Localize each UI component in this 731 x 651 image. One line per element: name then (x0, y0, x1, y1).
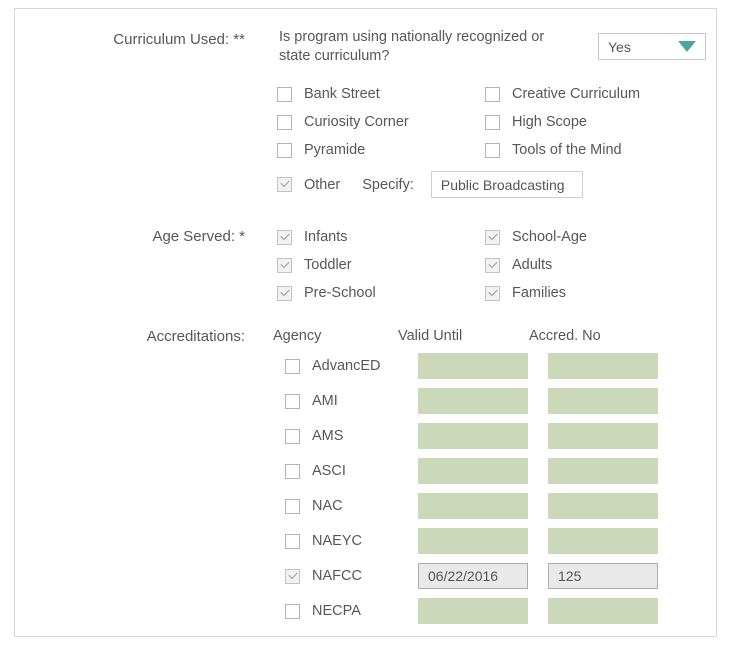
age-served-option-label: Families (512, 285, 566, 301)
age-served-option-adults[interactable]: Adults (485, 257, 552, 273)
accred-no-input[interactable] (548, 493, 658, 519)
table-row[interactable]: ASCI (285, 458, 658, 484)
valid-until-input[interactable] (418, 493, 528, 519)
curriculum-option-tools-of-the-mind[interactable]: Tools of the Mind (485, 142, 622, 158)
age-served-option-label: Toddler (304, 257, 352, 273)
valid-until-input[interactable] (418, 563, 528, 589)
checkbox-pre-school[interactable] (277, 285, 292, 301)
age-served-option-infants[interactable]: Infants (277, 229, 348, 245)
age-served-option-families[interactable]: Families (485, 285, 566, 301)
curriculum-option-label: Tools of the Mind (512, 142, 622, 158)
checkbox-ami[interactable] (285, 393, 300, 409)
form-panel: Curriculum Used: ** Is program using nat… (14, 8, 717, 637)
table-row[interactable]: NAEYC (285, 528, 658, 554)
accreditations-column-valid-until: Valid Until (398, 328, 463, 344)
checkbox-high-scope[interactable] (485, 114, 500, 130)
curriculum-yes-no-select[interactable]: Yes (598, 33, 706, 60)
accreditation-agency-name: AMS (312, 428, 344, 444)
age-served-option-label: Infants (304, 229, 348, 245)
curriculum-question-text: Is program using nationally recognized o… (279, 29, 545, 64)
curriculum-specify-input[interactable] (430, 171, 583, 198)
table-row[interactable]: NAFCC (285, 563, 658, 589)
chevron-down-icon (678, 41, 696, 52)
curriculum-option-label: Pyramide (304, 142, 366, 158)
accred-no-input[interactable] (548, 458, 658, 484)
curriculum-specify-label: Specify: (362, 176, 414, 193)
curriculum-option-label: Bank Street (304, 86, 380, 102)
checkbox-nafcc[interactable] (285, 568, 300, 584)
accreditations-column-accred-no: Accred. No (529, 328, 601, 344)
accreditation-agency-name: AdvancED (312, 358, 381, 374)
accred-no-input[interactable] (548, 388, 658, 414)
accred-no-input[interactable] (548, 563, 658, 589)
checkbox-advanced[interactable] (285, 358, 300, 374)
checkbox-adults[interactable] (485, 257, 500, 273)
checkbox-ams[interactable] (285, 428, 300, 444)
curriculum-option-label: High Scope (512, 114, 587, 130)
checkbox-families[interactable] (485, 285, 500, 301)
table-row[interactable]: NECPA (285, 598, 658, 624)
checkbox-necpa[interactable] (285, 603, 300, 619)
checkbox-other[interactable] (277, 177, 292, 192)
checkbox-toddler[interactable] (277, 257, 292, 273)
curriculum-other-label: Other (304, 176, 341, 193)
age-served-option-label: Pre-School (304, 285, 376, 301)
accred-no-input[interactable] (548, 598, 658, 624)
accreditations-label: Accreditations: (146, 328, 245, 345)
checkbox-curiosity-corner[interactable] (277, 114, 292, 130)
accred-no-input[interactable] (548, 423, 658, 449)
valid-until-input[interactable] (418, 458, 528, 484)
table-row[interactable]: AMS (285, 423, 658, 449)
accreditation-agency-name: AMI (312, 393, 338, 409)
curriculum-yes-no-value: Yes (608, 38, 631, 55)
checkbox-infants[interactable] (277, 229, 292, 245)
checkbox-naeyc[interactable] (285, 533, 300, 549)
accreditation-agency-name: NAC (312, 498, 343, 514)
curriculum-option-creative-curriculum[interactable]: Creative Curriculum (485, 86, 640, 102)
accreditations-column-agency: Agency (273, 328, 322, 344)
checkbox-nac[interactable] (285, 498, 300, 514)
valid-until-input[interactable] (418, 388, 528, 414)
accreditation-agency-name: NECPA (312, 603, 361, 619)
age-served-option-label: Adults (512, 257, 553, 273)
table-row[interactable]: AMI (285, 388, 658, 414)
age-served-option-pre-school[interactable]: Pre-School (277, 285, 376, 301)
curriculum-option-pyramide[interactable]: Pyramide (277, 142, 365, 158)
checkbox-bank-street[interactable] (277, 86, 292, 102)
age-served-option-label: School-Age (512, 229, 587, 245)
checkbox-asci[interactable] (285, 463, 300, 479)
curriculum-option-label: Creative Curriculum (512, 86, 641, 102)
valid-until-input[interactable] (418, 423, 528, 449)
curriculum-option-bank-street[interactable]: Bank Street (277, 86, 380, 102)
valid-until-input[interactable] (418, 353, 528, 379)
accreditation-agency-name: NAFCC (312, 568, 362, 584)
checkbox-creative-curriculum[interactable] (485, 86, 500, 102)
accreditation-agency-name: ASCI (312, 463, 346, 479)
accred-no-input[interactable] (548, 528, 658, 554)
curriculum-option-label: Curiosity Corner (304, 114, 409, 130)
table-row[interactable]: NAC (285, 493, 658, 519)
valid-until-input[interactable] (418, 528, 528, 554)
curriculum-option-curiosity-corner[interactable]: Curiosity Corner (277, 114, 409, 130)
curriculum-option-high-scope[interactable]: High Scope (485, 114, 587, 130)
accreditation-agency-name: NAEYC (312, 533, 362, 549)
age-served-option-toddler[interactable]: Toddler (277, 257, 352, 273)
checkbox-tools-of-the-mind[interactable] (485, 142, 500, 158)
checkbox-pyramide[interactable] (277, 142, 292, 158)
accred-no-input[interactable] (548, 353, 658, 379)
checkbox-school-age[interactable] (485, 229, 500, 245)
valid-until-input[interactable] (418, 598, 528, 624)
curriculum-option-other[interactable]: Other Specify: (277, 171, 583, 198)
age-served-label: Age Served: * (152, 228, 245, 245)
curriculum-used-label: Curriculum Used: ** (113, 31, 245, 48)
age-served-option-school-age[interactable]: School-Age (485, 229, 587, 245)
table-row[interactable]: AdvancED (285, 353, 658, 379)
